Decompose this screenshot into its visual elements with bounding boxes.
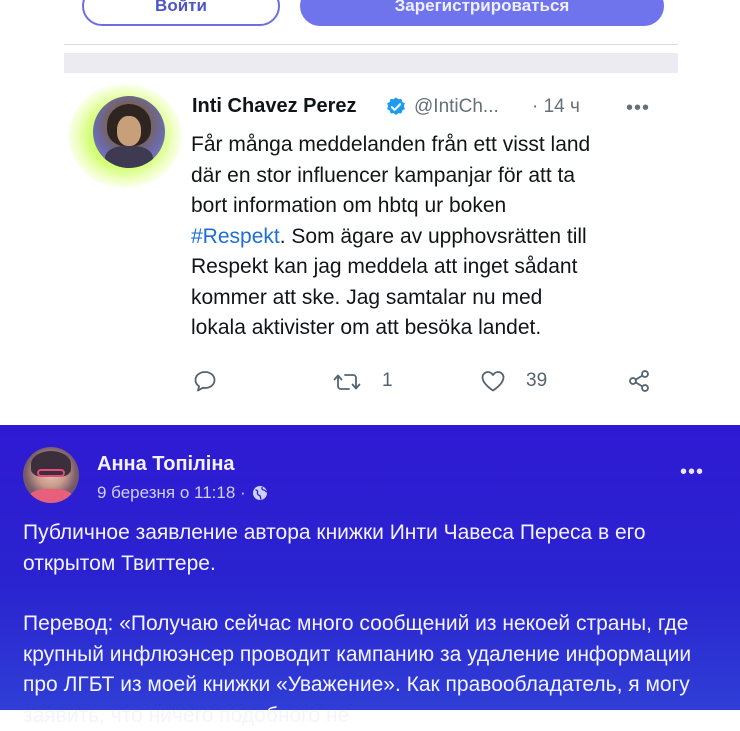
- fb-date-text[interactable]: 9 березня о 11:18 ·: [97, 483, 246, 503]
- tweet-line: Respekt kan jag meddela att inget sådant: [191, 255, 578, 278]
- tweet-author-name[interactable]: Inti Chavez Perez: [192, 95, 357, 118]
- tweet-line: lokala aktivister om att besöka landet.: [191, 316, 542, 339]
- hashtag-link[interactable]: #Respekt: [191, 225, 280, 248]
- tweet-line: kommer att ske. Jag samtalar nu med: [191, 285, 543, 309]
- globe-icon: [252, 486, 268, 500]
- more-dots-icon[interactable]: •••: [680, 461, 704, 484]
- fb-post-date[interactable]: 9 березня о 11:18 ·: [97, 483, 268, 503]
- retweet-icon[interactable]: [332, 370, 362, 394]
- verified-badge-icon: [387, 97, 405, 115]
- more-dots-icon[interactable]: •••: [626, 97, 650, 120]
- like-count: 39: [526, 370, 548, 391]
- tweet-timestamp[interactable]: · 14 ч: [532, 96, 580, 118]
- tweet-line: bort information om hbtq ur boken: [191, 194, 507, 217]
- divider: [64, 44, 678, 45]
- tweet-text: Får många meddelanden från ett visst lan…: [191, 130, 661, 344]
- separator-band: [64, 53, 678, 73]
- twitter-screenshot: Войти Зарегистрироваться Inti Chavez Per…: [0, 0, 740, 425]
- fb-paragraph: Перевод: «Получаю сейчас много сообщений…: [23, 612, 692, 727]
- tweet-line: där en stor influencer kampanjar för att…: [191, 163, 576, 187]
- retweet-count: 1: [382, 370, 393, 391]
- tweet-author-handle[interactable]: @IntiCh...: [414, 96, 499, 118]
- fb-author-avatar[interactable]: [23, 447, 79, 503]
- tweet-line: Får många meddelanden från ett visst lan…: [191, 133, 591, 156]
- tweet-line: #Respekt. Som ägare av upphovsrätten til…: [191, 222, 661, 253]
- share-icon[interactable]: [626, 368, 652, 394]
- signup-button[interactable]: Зарегистрироваться: [300, 0, 664, 26]
- reply-icon[interactable]: [193, 370, 217, 392]
- tweet-line-rest: . Som ägare av upphovsrätten till: [279, 224, 587, 248]
- fb-author-name[interactable]: Анна Топіліна: [97, 453, 235, 476]
- fb-post-text: Публичное заявление автора книжки Инти Ч…: [23, 518, 723, 731]
- tweet-author-avatar[interactable]: [93, 96, 165, 168]
- login-button[interactable]: Войти: [82, 0, 280, 26]
- heart-icon[interactable]: [480, 369, 506, 393]
- fb-paragraph: Публичное заявление автора книжки Инти Ч…: [23, 521, 646, 575]
